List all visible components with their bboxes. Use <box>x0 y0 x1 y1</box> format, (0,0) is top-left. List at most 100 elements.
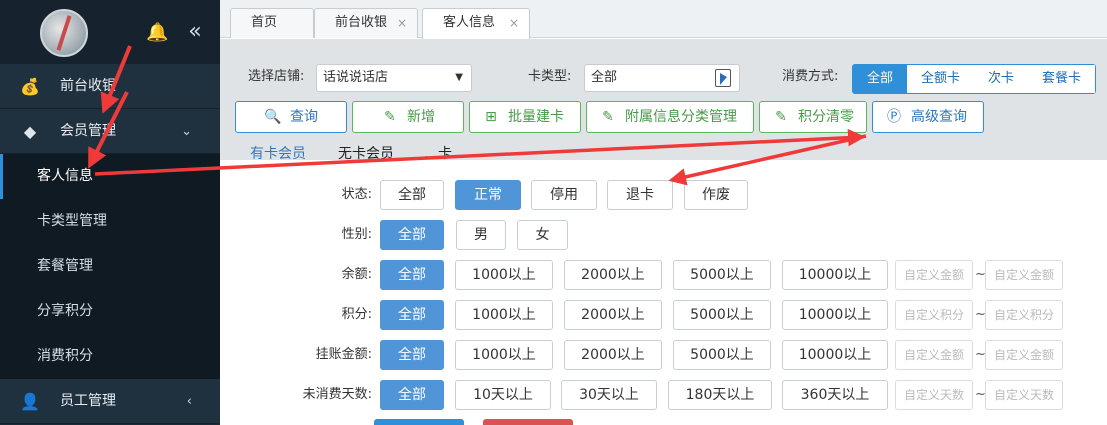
sidebar-item-label: 会员管理 <box>60 123 116 139</box>
balance-all[interactable]: 全部 <box>380 260 444 290</box>
idle-days-30[interactable]: 30天以上 <box>561 380 657 410</box>
credit-all[interactable]: 全部 <box>380 340 444 370</box>
sidebar-header: 🔔 « <box>0 0 220 64</box>
status-voided[interactable]: 作废 <box>684 180 748 210</box>
subtab-other[interactable]: …卡 <box>424 145 452 163</box>
add-icon: ✎ <box>384 109 396 125</box>
balance-10000[interactable]: 10000以上 <box>782 260 888 290</box>
status-refunded[interactable]: 退卡 <box>607 180 673 210</box>
tab-guest-info[interactable]: 客人信息 × <box>422 8 530 39</box>
sidebar-item-label: 员工管理 <box>60 393 116 409</box>
subtab-without-card[interactable]: 无卡会员 <box>338 145 394 163</box>
balance-custom-min[interactable]: 自定义金额 <box>895 260 973 290</box>
edit-icon: ✎ <box>602 109 614 125</box>
credit-10000[interactable]: 10000以上 <box>782 340 888 370</box>
pay-option-count-card[interactable]: 次卡 <box>974 65 1029 93</box>
gender-male[interactable]: 男 <box>456 220 506 250</box>
avatar[interactable] <box>40 9 88 57</box>
search-icon: 🔍 <box>264 109 282 125</box>
add-button[interactable]: ✎ 新增 <box>352 101 464 133</box>
gender-female[interactable]: 女 <box>517 220 568 250</box>
query-button[interactable]: 🔍 查询 <box>235 101 347 133</box>
store-select[interactable]: 话说说话店 ▼ <box>316 64 472 92</box>
pay-method-label: 消费方式: <box>782 69 839 84</box>
points-custom-min[interactable]: 自定义积分 <box>895 300 973 330</box>
button-label: 查询 <box>290 109 318 125</box>
advanced-search-icon: Ⓟ <box>887 109 901 125</box>
subtab-with-card[interactable]: 有卡会员 <box>250 145 306 163</box>
batch-create-button[interactable]: ⊞ 批量建卡 <box>469 101 581 133</box>
credit-2000[interactable]: 2000以上 <box>564 340 662 370</box>
sidebar-item-card-types[interactable]: 卡类型管理 <box>0 199 220 244</box>
store-select-value: 话说说话店 <box>323 70 389 85</box>
idle-days-custom-max[interactable]: 自定义天数 <box>985 380 1063 410</box>
app-window: 🔔 « 💰 前台收银 ◆ 会员管理 ⌄ 客人信息 卡类型管理 套餐管理 分享积分… <box>0 0 1107 425</box>
points-label: 积分: <box>341 307 372 322</box>
idle-days-10[interactable]: 10天以上 <box>455 380 551 410</box>
tab-bar: 首页 前台收银 × 客人信息 × <box>220 0 1107 39</box>
bell-icon[interactable]: 🔔 <box>146 22 168 44</box>
sidebar-item-staff[interactable]: 👤 员工管理 ‹ <box>0 379 220 424</box>
status-normal[interactable]: 正常 <box>455 180 521 210</box>
sidebar-item-consume-points[interactable]: 消费积分 <box>0 334 220 379</box>
points-1000[interactable]: 1000以上 <box>455 300 553 330</box>
sidebar: 🔔 « 💰 前台收银 ◆ 会员管理 ⌄ 客人信息 卡类型管理 套餐管理 分享积分… <box>0 0 220 425</box>
idle-days-custom-min[interactable]: 自定义天数 <box>895 380 973 410</box>
pay-option-amount-card[interactable]: 全额卡 <box>907 65 975 93</box>
balance-5000[interactable]: 5000以上 <box>673 260 771 290</box>
balance-label: 余额: <box>341 267 372 282</box>
reset-button[interactable] <box>483 419 573 425</box>
credit-custom-min[interactable]: 自定义金额 <box>895 340 973 370</box>
attachment-category-button[interactable]: ✎ 附属信息分类管理 <box>586 101 754 133</box>
balance-2000[interactable]: 2000以上 <box>564 260 662 290</box>
pay-option-package-card[interactable]: 套餐卡 <box>1028 65 1096 93</box>
points-all[interactable]: 全部 <box>380 300 444 330</box>
points-10000[interactable]: 10000以上 <box>782 300 888 330</box>
sidebar-item-cashier[interactable]: 💰 前台收银 <box>0 64 220 109</box>
card-type-value: 全部 <box>591 70 618 85</box>
close-icon[interactable]: × <box>397 9 407 37</box>
button-label: 高级查询 <box>911 109 967 125</box>
tab-label: 前台收银 <box>335 15 388 30</box>
points-5000[interactable]: 5000以上 <box>673 300 771 330</box>
sidebar-item-share-points[interactable]: 分享积分 <box>0 289 220 334</box>
chevron-down-icon: ⌄ <box>181 124 192 139</box>
money-bag-icon: 💰 <box>20 77 40 96</box>
idle-days-label: 未消费天数: <box>302 387 372 402</box>
card-type-select[interactable]: 全部 <box>584 64 740 92</box>
status-all[interactable]: 全部 <box>380 180 444 210</box>
tab-home[interactable]: 首页 <box>230 8 314 38</box>
collapse-icon[interactable]: « <box>182 20 208 44</box>
sidebar-item-packages[interactable]: 套餐管理 <box>0 244 220 289</box>
button-label: 批量建卡 <box>508 109 564 125</box>
status-disabled[interactable]: 停用 <box>531 180 597 210</box>
pick-icon[interactable] <box>715 69 731 87</box>
sidebar-item-guest-info[interactable]: 客人信息 <box>0 154 220 199</box>
pay-method-segmented: 全部 全额卡 次卡 套餐卡 <box>852 64 1097 94</box>
confirm-button[interactable] <box>374 419 464 425</box>
balance-custom-max[interactable]: 自定义金额 <box>985 260 1063 290</box>
filter-toolbar: 选择店铺: 话说说话店 ▼ 卡类型: 全部 消费方式: 全部 全额卡 次卡 套餐… <box>220 39 1107 163</box>
gender-label: 性别: <box>341 227 372 242</box>
points-2000[interactable]: 2000以上 <box>564 300 662 330</box>
sidebar-menu: 💰 前台收银 ◆ 会员管理 ⌄ 客人信息 卡类型管理 套餐管理 分享积分 消费积… <box>0 64 220 424</box>
gender-all[interactable]: 全部 <box>380 220 444 250</box>
close-icon[interactable]: × <box>509 9 519 37</box>
button-label: 附属信息分类管理 <box>625 109 737 125</box>
advanced-search-button[interactable]: Ⓟ 高级查询 <box>872 101 984 133</box>
tab-cashier[interactable]: 前台收银 × <box>314 8 418 38</box>
idle-days-all[interactable]: 全部 <box>380 380 444 410</box>
idle-days-360[interactable]: 360天以上 <box>782 380 888 410</box>
credit-5000[interactable]: 5000以上 <box>673 340 771 370</box>
credit-custom-max[interactable]: 自定义金额 <box>985 340 1063 370</box>
sidebar-item-members[interactable]: ◆ 会员管理 ⌄ <box>0 109 220 154</box>
balance-1000[interactable]: 1000以上 <box>455 260 553 290</box>
points-custom-max[interactable]: 自定义积分 <box>985 300 1063 330</box>
pay-option-all[interactable]: 全部 <box>853 65 908 93</box>
button-label: 积分清零 <box>798 109 854 125</box>
credit-1000[interactable]: 1000以上 <box>455 340 553 370</box>
idle-days-180[interactable]: 180天以上 <box>668 380 772 410</box>
caret-down-icon: ▼ <box>455 72 463 83</box>
button-label: 新增 <box>407 109 435 125</box>
clear-points-button[interactable]: ✎ 积分清零 <box>759 101 867 133</box>
